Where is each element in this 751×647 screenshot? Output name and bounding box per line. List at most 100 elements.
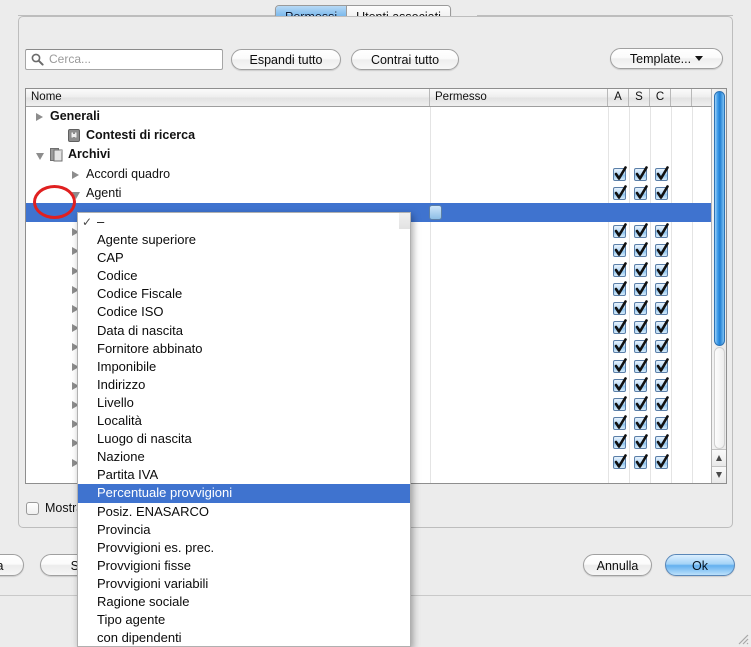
disclosure-triangle-open-icon[interactable] [36,153,44,160]
dropdown-menu-item[interactable]: Fornitore abbinato [78,340,410,358]
permission-checkbox-s[interactable] [634,168,647,181]
permission-checkbox-c[interactable] [655,321,668,334]
dropdown-menu-item[interactable]: Provvigioni fisse [78,557,410,575]
permission-checkbox-a[interactable] [613,340,626,353]
dropdown-menu-item[interactable]: ✓– [78,213,410,231]
permission-checkbox-s[interactable] [634,340,647,353]
table-row[interactable]: Generali [26,107,726,126]
dropdown-menu-item[interactable]: Codice [78,267,410,285]
permission-checkbox-a[interactable] [613,436,626,449]
table-row[interactable]: Archivi [26,145,726,164]
permission-checkbox-a[interactable] [613,225,626,238]
permission-checkbox-c[interactable] [655,187,668,200]
scroll-up-button[interactable] [712,449,727,466]
scroll-down-button[interactable] [712,466,727,483]
dropdown-menu-item[interactable]: Ragione sociale [78,593,410,611]
permission-checkbox-s[interactable] [634,244,647,257]
permission-checkbox-s[interactable] [634,225,647,238]
permission-checkbox-a[interactable] [613,244,626,257]
cancel-button[interactable]: Annulla [583,554,652,576]
permission-checkbox-c[interactable] [655,398,668,411]
permission-checkbox-c[interactable] [655,168,668,181]
dropdown-menu-item[interactable]: Tipo agente [78,611,410,629]
search-field[interactable]: Cerca... [25,49,223,70]
dropdown-menu-item[interactable]: Imponibile [78,358,410,376]
permission-checkbox-a[interactable] [613,321,626,334]
permission-checkbox-s[interactable] [634,417,647,430]
permission-checkbox-a[interactable] [613,456,626,469]
permission-checkbox-s[interactable] [634,360,647,373]
permission-checkbox-c[interactable] [655,417,668,430]
template-button[interactable]: Template... [610,48,723,69]
permission-checkbox-s[interactable] [634,456,647,469]
footer-button-partial-a[interactable]: a [0,554,24,576]
dropdown-menu-item[interactable]: Indirizzo [78,376,410,394]
permission-checkbox-c[interactable] [655,302,668,315]
permission-checkbox-a[interactable] [613,168,626,181]
permission-checkbox-a[interactable] [613,283,626,296]
permission-checkbox-s[interactable] [634,187,647,200]
permission-checkbox-a[interactable] [613,379,626,392]
permission-checkbox-a[interactable] [613,302,626,315]
permission-checkbox-c[interactable] [655,436,668,449]
table-vertical-scrollbar[interactable] [711,89,726,483]
permission-checkbox-c[interactable] [655,225,668,238]
dropdown-menu-item[interactable]: Agente superiore [78,231,410,249]
permission-checkbox-a[interactable] [613,187,626,200]
permission-checkbox-c[interactable] [655,379,668,392]
dropdown-menu-item[interactable]: Provvigioni es. prec. [78,539,410,557]
permission-checkbox-a[interactable] [613,360,626,373]
dropdown-menu-item[interactable]: Livello [78,394,410,412]
disclosure-triangle-closed-icon[interactable] [36,113,43,121]
scrollbar-thumb[interactable] [714,91,725,346]
column-header-nome[interactable]: Nome [26,89,430,106]
column-header-c[interactable]: C [650,89,671,106]
permission-checkbox-s[interactable] [634,321,647,334]
dropdown-menu-item[interactable]: Nazione [78,448,410,466]
dropdown-menu-item[interactable]: Partita IVA [78,466,410,484]
permission-checkbox-a[interactable] [613,264,626,277]
collapse-all-button[interactable]: Contrai tutto [351,49,459,70]
dropdown-menu-item[interactable]: Provincia [78,521,410,539]
table-row[interactable]: Accordi quadro [26,165,726,184]
dropdown-menu-item[interactable]: Provvigioni variabili [78,575,410,593]
permission-checkbox-c[interactable] [655,264,668,277]
dropdown-menu-item[interactable]: Codice ISO [78,303,410,321]
dropdown-menu-item[interactable]: Località [78,412,410,430]
expand-all-button[interactable]: Espandi tutto [231,49,341,70]
column-header-s[interactable]: S [629,89,650,106]
dropdown-menu-item[interactable]: CAP [78,249,410,267]
checkbox-box[interactable] [26,502,39,515]
permission-checkbox-s[interactable] [634,264,647,277]
permission-checkbox-s[interactable] [634,379,647,392]
column-header-extra1[interactable] [671,89,692,106]
table-row[interactable]: Agenti [26,184,726,203]
permission-checkbox-s[interactable] [634,283,647,296]
column-header-permesso[interactable]: Permesso [430,89,608,106]
table-row[interactable]: Contesti di ricerca [26,126,726,145]
column-header-extra2[interactable] [692,89,713,106]
column-header-a[interactable]: A [608,89,629,106]
dropdown-menu-item[interactable]: Luogo di nascita [78,430,410,448]
inline-combobox-handle[interactable] [429,205,442,220]
dropdown-menu-item[interactable]: Posiz. ENASARCO [78,503,410,521]
dropdown-menu-item[interactable]: con dipendenti [78,629,410,647]
permission-checkbox-s[interactable] [634,302,647,315]
permission-checkbox-c[interactable] [655,456,668,469]
permission-checkbox-a[interactable] [613,398,626,411]
dropdown-menu-item[interactable]: Data di nascita [78,322,410,340]
permission-checkbox-a[interactable] [613,417,626,430]
ok-button[interactable]: Ok [665,554,735,576]
dropdown-menu-item[interactable]: Codice Fiscale [78,285,410,303]
permission-checkbox-c[interactable] [655,340,668,353]
disclosure-triangle-closed-icon[interactable] [72,171,79,179]
dropdown-menu-item[interactable]: Percentuale provvigioni [78,484,410,502]
permission-checkbox-c[interactable] [655,244,668,257]
scrollbar-track[interactable] [714,347,725,449]
permission-checkbox-s[interactable] [634,436,647,449]
permission-checkbox-c[interactable] [655,360,668,373]
resize-grip-icon[interactable] [735,631,749,645]
field-dropdown-menu[interactable]: ✓–Agente superioreCAPCodiceCodice Fiscal… [77,212,411,647]
permission-checkbox-s[interactable] [634,398,647,411]
permission-checkbox-c[interactable] [655,283,668,296]
